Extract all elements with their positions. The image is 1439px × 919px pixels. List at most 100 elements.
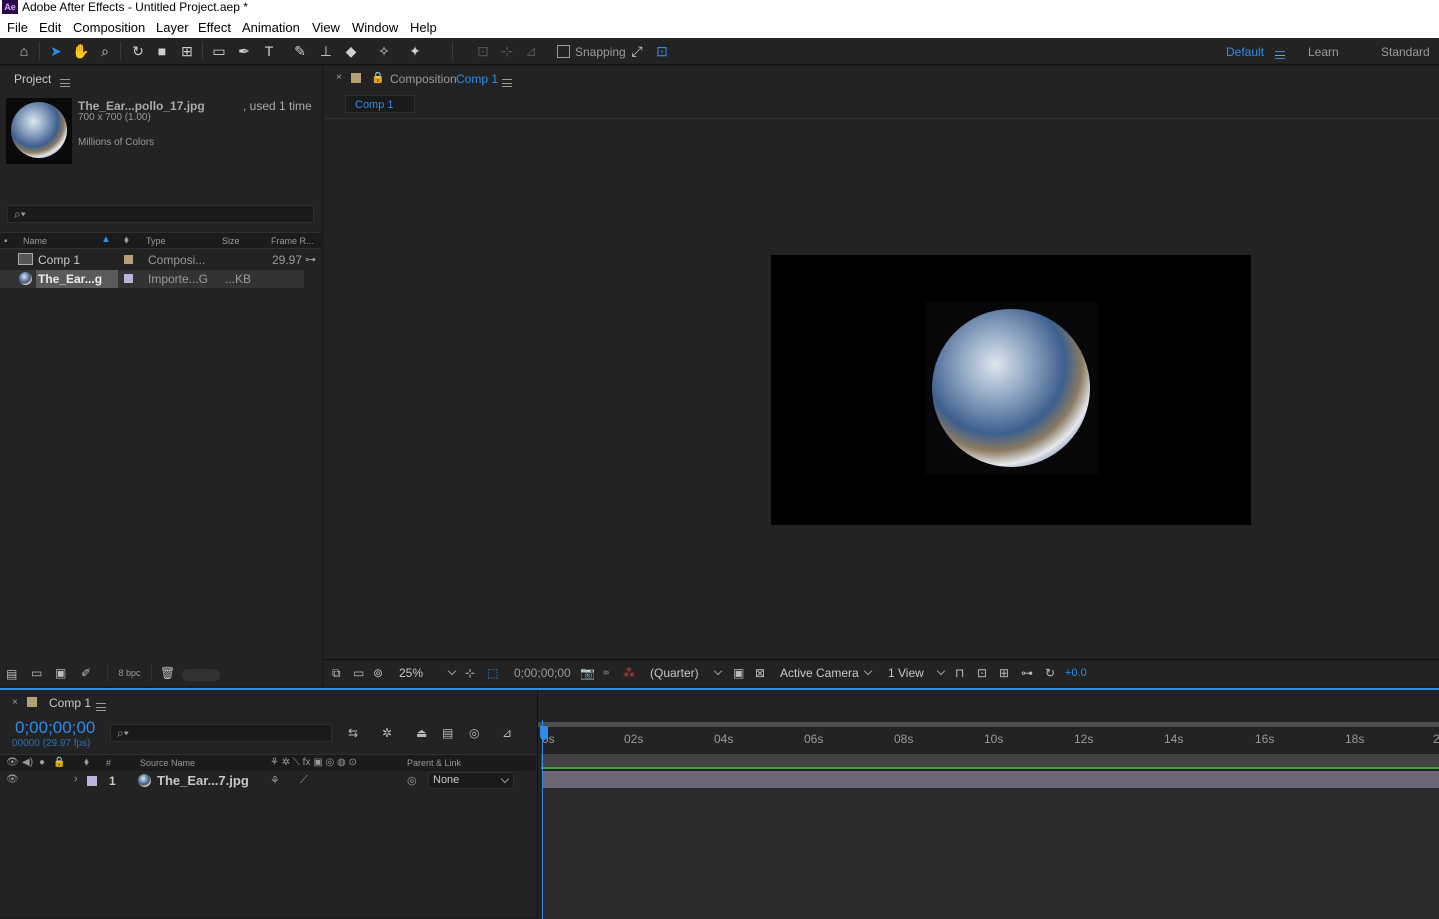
composition-canvas[interactable] bbox=[771, 255, 1251, 525]
column-parent-link[interactable]: Parent & Link bbox=[407, 758, 461, 768]
column-source-name[interactable]: Source Name bbox=[140, 758, 195, 768]
timeline-graph-area[interactable]: 0s 02s 04s 06s 08s 10s 12s 14s 16s 18s 2 bbox=[537, 690, 1439, 919]
home-icon[interactable]: ⌂ bbox=[14, 41, 34, 61]
lock-icon[interactable]: 🔒 bbox=[371, 71, 385, 84]
interpret-footage-icon[interactable]: ▤ bbox=[6, 667, 17, 681]
project-label-column-icon[interactable]: ▪ bbox=[4, 236, 8, 247]
snapshot-icon[interactable]: 📷 bbox=[580, 666, 595, 680]
menu-edit[interactable]: Edit bbox=[39, 20, 61, 35]
exposure-value[interactable]: +0.0 bbox=[1065, 667, 1087, 679]
view-layout-dropdown[interactable]: 1 View bbox=[883, 663, 949, 683]
parent-dropdown[interactable]: None bbox=[428, 772, 514, 789]
playhead-handle[interactable] bbox=[540, 726, 548, 740]
close-icon[interactable]: × bbox=[336, 72, 342, 83]
project-search-input[interactable]: ⌕▾ bbox=[7, 205, 314, 223]
expand-chevron-icon[interactable]: › bbox=[74, 773, 78, 785]
magnification-dropdown[interactable]: 25% bbox=[393, 663, 459, 683]
sort-ascending-icon[interactable]: ▲ bbox=[101, 234, 111, 245]
column-frame-rate[interactable]: Frame R... bbox=[271, 236, 314, 246]
close-icon[interactable]: × bbox=[12, 697, 18, 708]
pen-tool-icon[interactable]: ✒ bbox=[234, 41, 254, 61]
project-row-comp[interactable]: Comp 1 Composi... 29.97 ⊶ bbox=[0, 251, 316, 269]
new-composition-icon[interactable]: ▣ bbox=[55, 666, 66, 680]
resolution-dropdown[interactable]: (Quarter) bbox=[646, 663, 726, 683]
layer-source-name[interactable]: The_Ear...7.jpg bbox=[157, 773, 249, 788]
audio-icon[interactable]: ◀) bbox=[22, 757, 33, 768]
pick-whip-icon[interactable]: ◎ bbox=[407, 774, 417, 787]
project-tab[interactable]: Project bbox=[14, 72, 51, 86]
menu-help[interactable]: Help bbox=[410, 20, 437, 35]
label-tag-icon[interactable]: ⬧ bbox=[84, 756, 89, 769]
quality-switch-icon[interactable]: ⟋ bbox=[300, 774, 308, 787]
camera-tool-icon[interactable]: ■ bbox=[152, 41, 172, 61]
fast-previews-icon[interactable]: ▣ bbox=[733, 666, 744, 680]
workspace-standard[interactable]: Standard bbox=[1381, 45, 1430, 59]
composition-tab-name[interactable]: Comp 1 bbox=[456, 72, 498, 86]
always-preview-icon[interactable]: ⧉ bbox=[332, 666, 341, 681]
timeline-search-input[interactable]: ⌕▾ bbox=[110, 724, 332, 742]
show-snapshot-icon[interactable]: ⚭ bbox=[601, 666, 611, 680]
shy-layers-icon[interactable]: ⏏ bbox=[416, 726, 427, 740]
timeline-icon[interactable]: ⊞ bbox=[999, 666, 1009, 680]
new-folder-icon[interactable]: ▭ bbox=[31, 666, 42, 680]
zoom-tool-icon[interactable]: ⌕ bbox=[95, 41, 115, 61]
column-layer-number[interactable]: # bbox=[106, 758, 111, 768]
video-visibility-icon[interactable]: 👁 bbox=[6, 757, 19, 768]
monitor-icon[interactable]: ▭ bbox=[353, 666, 364, 680]
menu-effect[interactable]: Effect bbox=[198, 20, 231, 35]
composition-tab-prefix[interactable]: Composition bbox=[390, 72, 457, 86]
bit-depth-button[interactable]: 8 bpc bbox=[107, 665, 152, 681]
region-of-interest-icon[interactable]: ⬚ bbox=[487, 666, 498, 680]
switches-icons[interactable]: ⚘ ✲ ⟍ fx ▣ ◎ ◍ ⊙ bbox=[270, 757, 357, 768]
type-tool-icon[interactable]: T bbox=[259, 41, 279, 61]
puppet-pin-tool-icon[interactable]: ✦ bbox=[405, 41, 425, 61]
mask-visibility-icon[interactable]: ⊚ bbox=[373, 666, 383, 680]
fit-to-comp-icon[interactable]: ⊹ bbox=[465, 666, 475, 680]
menu-layer[interactable]: Layer bbox=[156, 20, 189, 35]
view-axis-icon[interactable]: ⊿ bbox=[521, 41, 541, 61]
label-color-swatch[interactable] bbox=[124, 274, 133, 283]
camera-view-dropdown[interactable]: Active Camera bbox=[775, 663, 877, 683]
column-size[interactable]: Size bbox=[222, 236, 240, 246]
snapping-checkbox[interactable] bbox=[557, 45, 570, 58]
motion-blur-icon[interactable]: ◎ bbox=[469, 726, 479, 740]
render-queue-icon[interactable]: ✐ bbox=[81, 666, 91, 680]
current-time-display[interactable]: 0;00;00;00 bbox=[514, 666, 571, 680]
frame-blending-icon[interactable]: ▤ bbox=[442, 726, 453, 740]
composition-panel-menu-icon[interactable] bbox=[502, 75, 512, 89]
project-row-footage[interactable]: The_Ear...g Importe...G ...KB bbox=[0, 270, 304, 288]
rotation-tool-icon[interactable]: ↻ bbox=[128, 41, 148, 61]
pan-behind-tool-icon[interactable]: ⊞ bbox=[177, 41, 197, 61]
menu-view[interactable]: View bbox=[312, 20, 340, 35]
solo-icon[interactable]: ● bbox=[39, 757, 45, 768]
thumbnail-size-slider[interactable] bbox=[182, 669, 220, 681]
local-axis-icon[interactable]: ⊡ bbox=[473, 41, 493, 61]
workspace-menu-icon[interactable] bbox=[1275, 47, 1285, 61]
menu-window[interactable]: Window bbox=[352, 20, 398, 35]
eraser-tool-icon[interactable]: ◆ bbox=[341, 41, 361, 61]
menu-composition[interactable]: Composition bbox=[73, 20, 145, 35]
flowchart-icon[interactable]: ⊶ bbox=[1021, 666, 1033, 680]
label-tag-icon[interactable]: ⬧ bbox=[124, 234, 129, 247]
brush-tool-icon[interactable]: ✎ bbox=[290, 41, 310, 61]
draft-3d-toggle-icon[interactable]: ✲ bbox=[382, 726, 392, 740]
column-type[interactable]: Type bbox=[146, 236, 166, 246]
lock-icon[interactable]: 🔒 bbox=[53, 757, 65, 768]
comp-subtab[interactable]: Comp 1 bbox=[345, 95, 415, 113]
time-ruler[interactable]: 0s 02s 04s 06s 08s 10s 12s 14s 16s 18s 2 bbox=[538, 727, 1439, 753]
reset-exposure-icon[interactable]: ↻ bbox=[1045, 666, 1055, 680]
workspace-default[interactable]: Default bbox=[1226, 45, 1264, 59]
graph-editor-icon[interactable]: ⊿ bbox=[502, 726, 512, 740]
composition-viewer[interactable] bbox=[324, 118, 1439, 658]
menu-animation[interactable]: Animation bbox=[242, 20, 300, 35]
snap-features-icon[interactable]: ⊡ bbox=[652, 41, 672, 61]
timeline-tab[interactable]: Comp 1 bbox=[49, 696, 91, 710]
clone-stamp-tool-icon[interactable]: ⊥ bbox=[316, 41, 336, 61]
roto-brush-tool-icon[interactable]: ✧ bbox=[374, 41, 394, 61]
timeline-empty-area[interactable] bbox=[543, 788, 1439, 919]
label-color-swatch[interactable] bbox=[124, 255, 133, 264]
eye-icon[interactable]: 👁 bbox=[6, 774, 19, 785]
comp-mini-flowchart-icon[interactable]: ⇆ bbox=[348, 726, 358, 740]
workspace-learn[interactable]: Learn bbox=[1308, 45, 1339, 59]
rectangle-tool-icon[interactable]: ▭ bbox=[209, 41, 229, 61]
